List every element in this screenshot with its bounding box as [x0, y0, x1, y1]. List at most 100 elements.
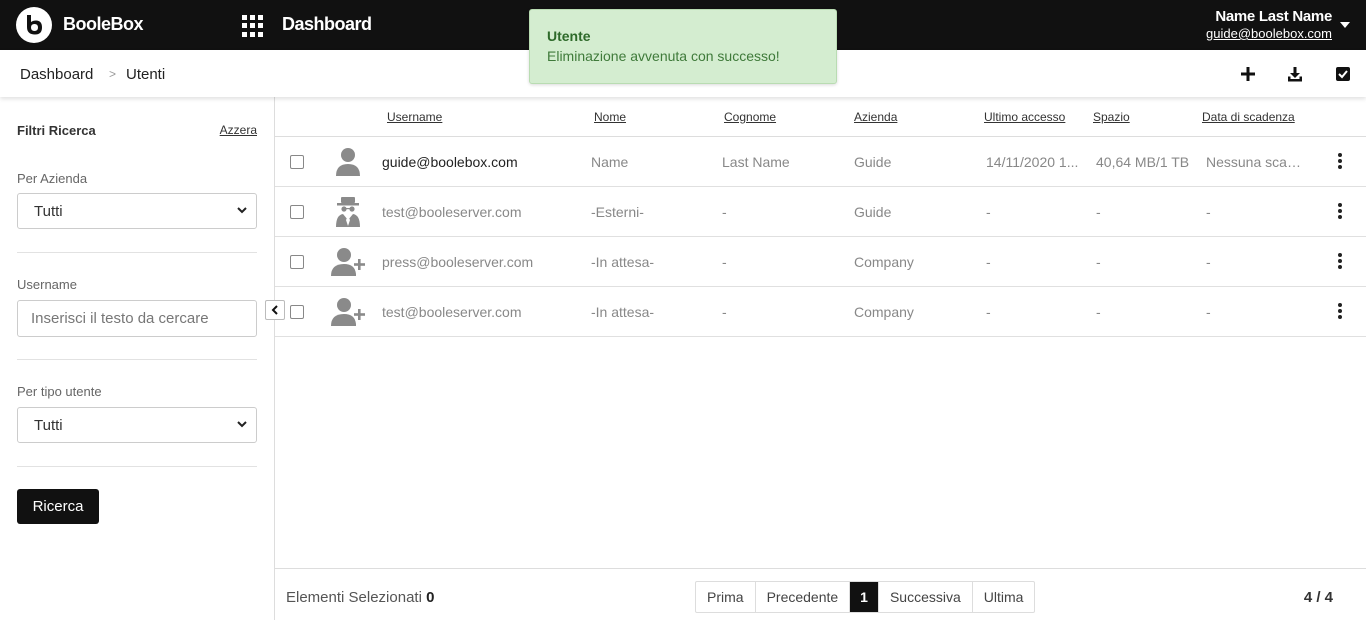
cell-username[interactable]: test@booleserver.com [382, 304, 582, 320]
page-prev-button[interactable]: Precedente [756, 582, 851, 612]
username-search-input[interactable] [17, 300, 257, 337]
user-menu[interactable]: Name Last Name guide@boolebox.com [1206, 8, 1332, 41]
row-menu-icon[interactable] [1337, 203, 1343, 221]
column-expiry[interactable]: Data di scadenza [1202, 110, 1295, 124]
table-footer: Elementi Selezionati 0 Prima Precedente … [275, 568, 1366, 620]
user-icon [336, 148, 360, 176]
row-checkbox[interactable] [290, 205, 304, 219]
cell-expiry: Nessuna scad... [1206, 154, 1306, 170]
cell-space: - [1096, 254, 1101, 270]
cell-surname: - [722, 304, 727, 320]
app-title: Dashboard [282, 14, 372, 34]
cell-expiry: - [1206, 304, 1211, 320]
cell-last-access: - [986, 204, 991, 220]
breadcrumb-separator: > [109, 67, 117, 81]
column-company[interactable]: Azienda [854, 110, 897, 124]
toast-message: Eliminazione avvenuta con successo! [547, 48, 780, 64]
cell-username[interactable]: press@booleserver.com [382, 254, 582, 270]
search-filters-panel: Filtri Ricerca Azzera Per Azienda Tutti … [0, 97, 275, 620]
row-checkbox[interactable] [290, 255, 304, 269]
company-select-value: Tutti [34, 203, 63, 220]
toast-title: Utente [547, 28, 591, 44]
cell-last-access: 14/11/2020 1... [986, 154, 1079, 170]
cell-name: -In attesa- [591, 254, 655, 270]
cell-space: - [1096, 304, 1101, 320]
company-filter-label: Per Azienda [17, 171, 88, 186]
column-username[interactable]: Username [387, 110, 442, 124]
row-checkbox[interactable] [290, 305, 304, 319]
user-email-link[interactable]: guide@boolebox.com [1206, 26, 1332, 41]
chevron-down-icon [237, 207, 247, 214]
selected-number: 0 [426, 589, 435, 606]
divider [17, 466, 257, 467]
divider [17, 359, 257, 360]
logo-b-glyph [27, 15, 42, 35]
page-first-button[interactable]: Prima [696, 582, 756, 612]
add-user-icon [331, 248, 365, 276]
chevron-left-icon [271, 305, 278, 315]
usertype-select[interactable]: Tutti [17, 407, 257, 443]
cell-surname: Last Name [722, 154, 790, 170]
cell-name: -In attesa- [591, 304, 655, 320]
username-filter-label: Username [17, 277, 77, 292]
cell-expiry: - [1206, 254, 1211, 270]
pagination: Prima Precedente 1 Successiva Ultima [695, 581, 1036, 613]
search-button[interactable]: Ricerca [17, 489, 99, 524]
cell-company: Guide [854, 154, 892, 170]
page-total: 4 / 4 [1303, 589, 1333, 606]
select-all-checkbox-icon[interactable] [1335, 66, 1351, 82]
row-menu-icon[interactable] [1337, 303, 1343, 321]
caret-down-icon[interactable] [1340, 22, 1350, 28]
user-name: Name Last Name [1215, 8, 1332, 25]
cell-company: Guide [854, 204, 892, 220]
page-current-button[interactable]: 1 [850, 582, 879, 612]
collapse-sidebar-button[interactable] [265, 300, 285, 320]
table-row[interactable]: test@booleserver.com -Esterni- - Guide -… [275, 187, 1366, 237]
add-icon[interactable] [1240, 66, 1256, 82]
spy-user-icon [336, 197, 360, 227]
brand-name: BooleBox [63, 14, 144, 34]
cell-expiry: - [1206, 204, 1211, 220]
column-name[interactable]: Nome [594, 110, 626, 124]
divider [17, 252, 257, 253]
usertype-select-value: Tutti [34, 417, 63, 434]
table-row[interactable]: guide@boolebox.com Name Last Name Guide … [275, 137, 1366, 187]
cell-name: -Esterni- [591, 204, 644, 220]
cell-space: 40,64 MB/1 TB [1096, 154, 1190, 170]
page-next-button[interactable]: Successiva [879, 582, 973, 612]
add-user-icon [331, 298, 365, 326]
column-space[interactable]: Spazio [1093, 110, 1130, 124]
cell-company: Company [854, 254, 914, 270]
filters-title: Filtri Ricerca [17, 123, 96, 138]
cell-surname: - [722, 204, 727, 220]
row-menu-icon[interactable] [1337, 253, 1343, 271]
table-row[interactable]: press@booleserver.com -In attesa- - Comp… [275, 237, 1366, 287]
cell-username[interactable]: guide@boolebox.com [382, 154, 582, 170]
cell-space: - [1096, 204, 1101, 220]
breadcrumb-current: Utenti [126, 66, 166, 83]
column-last-access[interactable]: Ultimo accesso [984, 110, 1065, 124]
success-toast[interactable]: Utente Eliminazione avvenuta con success… [529, 9, 837, 84]
selected-count: Elementi Selezionati 0 [286, 589, 434, 606]
column-surname[interactable]: Cognome [724, 110, 776, 124]
cell-last-access: - [986, 254, 991, 270]
table-row[interactable]: test@booleserver.com -In attesa- - Compa… [275, 287, 1366, 337]
page-last-button[interactable]: Ultima [973, 582, 1035, 612]
selected-label: Elementi Selezionati [286, 589, 422, 606]
reset-filters-link[interactable]: Azzera [220, 123, 257, 137]
row-menu-icon[interactable] [1337, 153, 1343, 171]
download-icon[interactable] [1287, 66, 1303, 82]
company-select[interactable]: Tutti [17, 193, 257, 229]
row-checkbox[interactable] [290, 155, 304, 169]
chevron-down-icon [237, 421, 247, 428]
app-grid-icon[interactable] [242, 15, 264, 37]
boolebox-logo-icon[interactable] [16, 7, 52, 43]
cell-surname: - [722, 254, 727, 270]
usertype-filter-label: Per tipo utente [17, 384, 102, 399]
users-table: Username Nome Cognome Azienda Ultimo acc… [275, 97, 1366, 568]
cell-last-access: - [986, 304, 991, 320]
cell-company: Company [854, 304, 914, 320]
cell-username[interactable]: test@booleserver.com [382, 204, 582, 220]
breadcrumb-dashboard[interactable]: Dashboard [20, 66, 93, 83]
cell-name: Name [591, 154, 629, 170]
